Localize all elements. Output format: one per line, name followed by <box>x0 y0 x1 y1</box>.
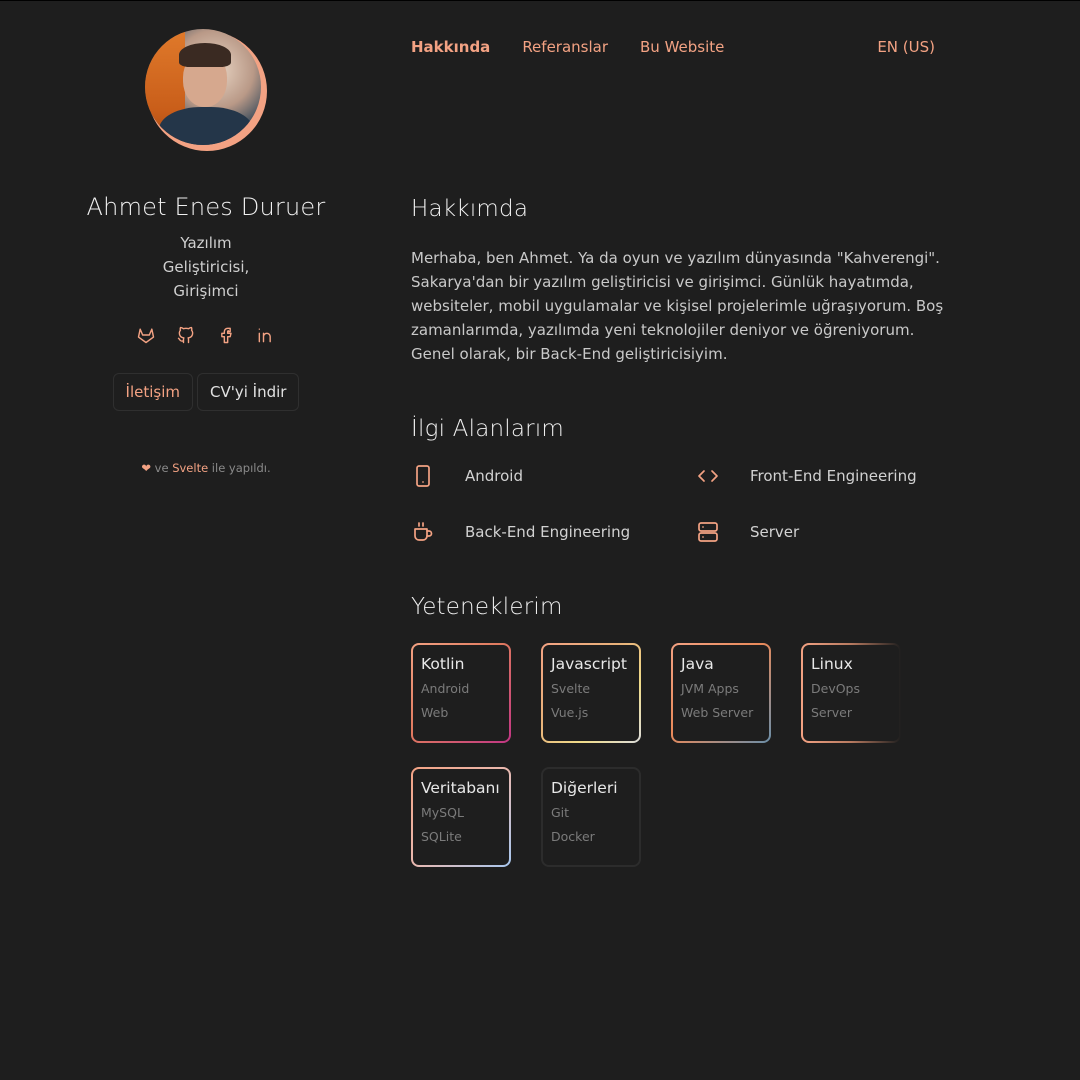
main-content: Hakkımda Merhaba, ben Ahmet. Ya da oyun … <box>411 196 956 867</box>
made-with-ve: ve <box>150 461 173 475</box>
interest-label: Back-End Engineering <box>465 523 631 541</box>
skill-title: Diğerleri <box>551 779 618 797</box>
made-with-suffix: ile yapıldı. <box>208 461 271 475</box>
skill-card-javascript: Javascript Svelte Vue.js <box>541 643 641 743</box>
skill-sub: Svelte <box>551 681 591 696</box>
linkedin-icon[interactable] <box>256 325 276 345</box>
interest-item: Server <box>696 520 956 544</box>
profile-title-line2: Girişimci <box>173 282 239 300</box>
profile-actions: İletişim CV'yi İndir <box>112 373 300 411</box>
skill-title: Javascript <box>551 655 627 673</box>
skill-title: Linux <box>811 655 853 673</box>
skill-sub: Vue.js <box>551 705 589 720</box>
coffee-icon <box>411 520 435 544</box>
interest-label: Front-End Engineering <box>750 467 917 485</box>
skill-sub: Web Server <box>681 705 754 720</box>
avatar-photo <box>145 29 261 145</box>
interest-item: Front-End Engineering <box>696 464 956 488</box>
nav-item-about[interactable]: Hakkında <box>411 38 490 56</box>
skill-sub: DevOps <box>811 681 860 696</box>
skill-sub: Web <box>421 705 449 720</box>
profile-title: Yazılım Geliştiricisi, Girişimci <box>136 231 276 303</box>
about-text: Merhaba, ben Ahmet. Ya da oyun ve yazılı… <box>411 249 944 363</box>
interest-item: Android <box>411 464 696 488</box>
code-icon <box>696 464 720 488</box>
skill-card-database: Veritabanı MySQL SQLite <box>411 767 511 867</box>
skills-grid: Kotlin Android Web Javascript Svelte Vue… <box>411 643 956 867</box>
profile-name: Ahmet Enes Duruer <box>86 193 326 221</box>
skill-card-others: Diğerleri Git Docker <box>541 767 641 867</box>
about-heading: Hakkımda <box>411 196 529 222</box>
interest-label: Server <box>750 523 800 541</box>
interests-heading: İlgi Alanlarım <box>411 416 565 442</box>
skill-sub: Android <box>421 681 470 696</box>
skill-sub: SQLite <box>421 829 462 844</box>
top-nav: Hakkında Referanslar Bu Website EN (US) <box>411 37 935 57</box>
interests-list: Android Front-End Engineering Back-End E… <box>411 464 956 544</box>
skill-sub: JVM Apps <box>681 681 739 696</box>
profile-title-line1: Yazılım Geliştiricisi, <box>162 234 250 276</box>
skill-sub: Docker <box>551 829 595 844</box>
made-with-note: ❤ ve Svelte ile yapıldı. <box>141 461 270 475</box>
skill-sub: Server <box>811 705 852 720</box>
social-links <box>136 325 276 345</box>
language-switch[interactable]: EN (US) <box>877 38 935 56</box>
skill-card-kotlin: Kotlin Android Web <box>411 643 511 743</box>
facebook-icon[interactable] <box>216 325 236 345</box>
contact-button[interactable]: İletişim <box>112 373 193 411</box>
profile-sidebar: Ahmet Enes Duruer Yazılım Geliştiricisi,… <box>60 29 352 475</box>
download-cv-button[interactable]: CV'yi İndir <box>197 373 300 411</box>
phone-icon <box>411 464 435 488</box>
github-icon[interactable] <box>176 325 196 345</box>
nav-item-this-website[interactable]: Bu Website <box>640 38 724 56</box>
skill-title: Kotlin <box>421 655 465 673</box>
skill-card-linux: Linux DevOps Server <box>801 643 901 743</box>
skill-sub: MySQL <box>421 805 464 820</box>
svelte-link[interactable]: Svelte <box>172 461 208 475</box>
heart-icon: ❤ <box>141 461 151 475</box>
server-icon <box>696 520 720 544</box>
skill-card-java: Java JVM Apps Web Server <box>671 643 771 743</box>
skills-heading: Yeteneklerim <box>411 594 563 620</box>
gitlab-icon[interactable] <box>136 325 156 345</box>
nav-item-references[interactable]: Referanslar <box>522 38 608 56</box>
skill-title: Veritabanı <box>421 779 500 797</box>
skill-sub: Git <box>551 805 570 820</box>
interest-item: Back-End Engineering <box>411 520 696 544</box>
avatar <box>145 29 267 151</box>
skill-title: Java <box>681 655 714 673</box>
interest-label: Android <box>465 467 523 485</box>
